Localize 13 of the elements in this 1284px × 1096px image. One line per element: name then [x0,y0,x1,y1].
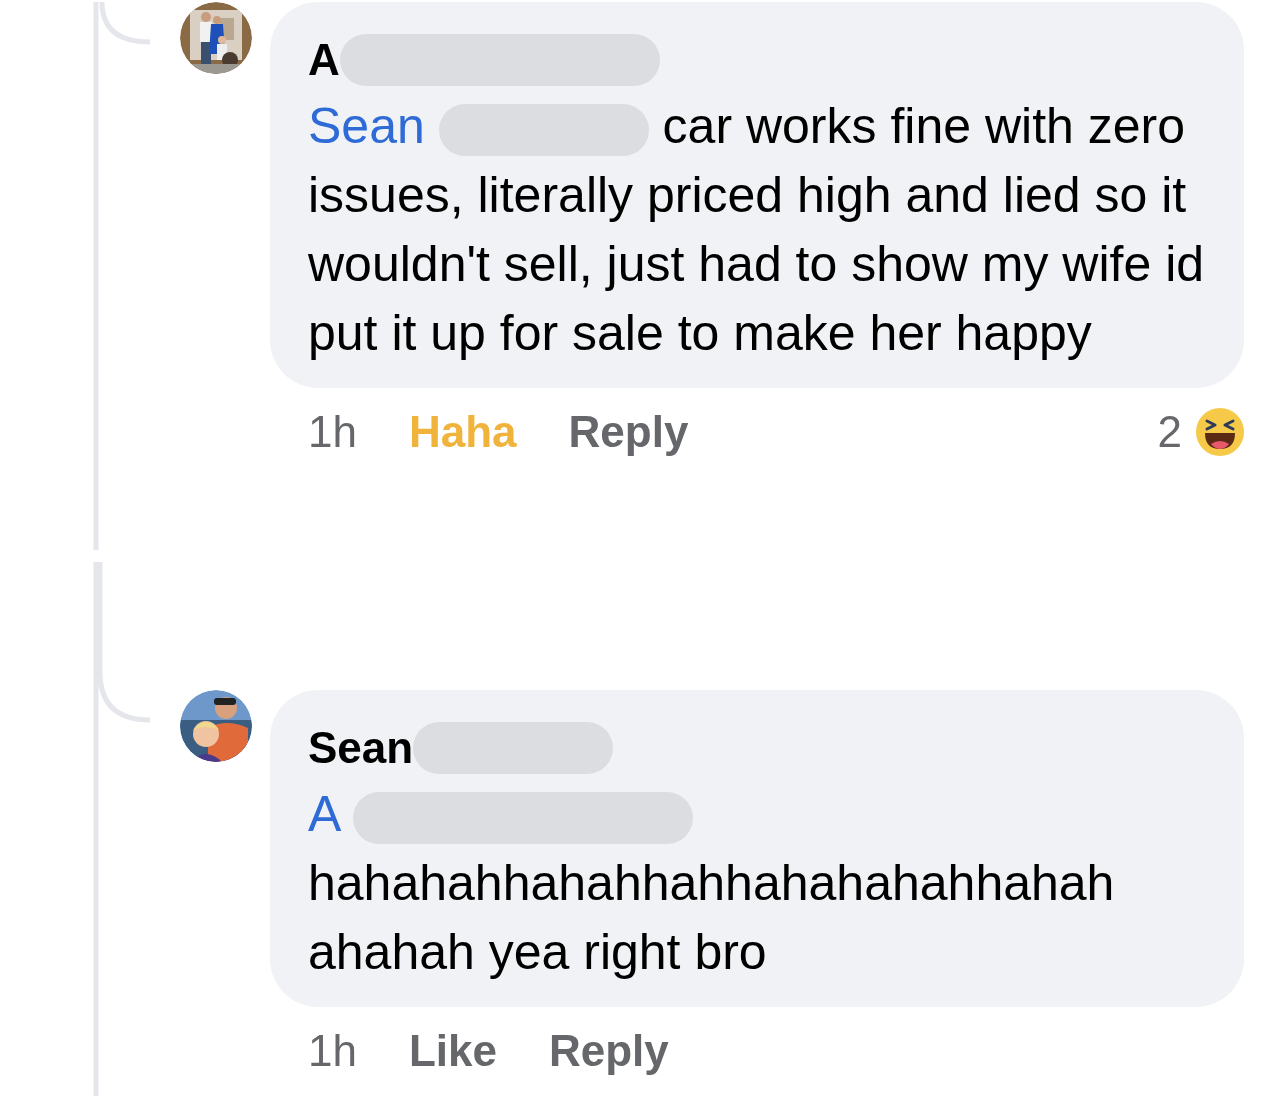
reaction-button[interactable]: Like [408,1021,497,1081]
laughing-emoji-icon [1196,408,1244,456]
timestamp: 1h [308,1025,357,1077]
comment-text: A hahahahhahahhahhahahahahhahah ahahah yea right bro [308,785,1116,982]
reply-button[interactable]: Reply [549,1021,669,1081]
author-name[interactable]: A [308,28,340,92]
comment-text: Sean car works fine with zero issues, literally priced high and lied so it wouldn't sell, just had to show my wife id put it up for sale to make her happy [308,97,1206,363]
mention-link[interactable]: Sean [308,98,425,154]
mention-link[interactable]: A [308,786,339,842]
timestamp: 1h [308,406,357,458]
reaction-count[interactable]: 2 [1157,402,1182,462]
author-name[interactable]: Sean [308,716,414,780]
reply-button[interactable]: Reply [568,402,689,462]
